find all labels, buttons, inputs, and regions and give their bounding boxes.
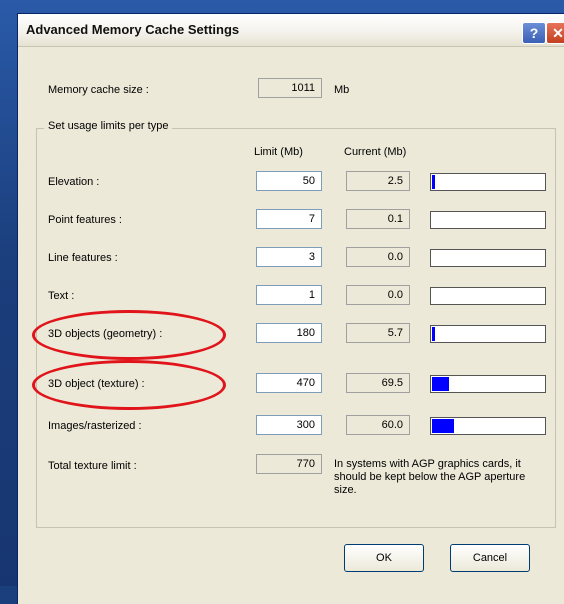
line-features-limit-input[interactable]: 3 bbox=[256, 247, 322, 267]
memory-cache-size-label: Memory cache size : bbox=[48, 84, 149, 96]
memory-cache-size-unit: Mb bbox=[334, 84, 350, 96]
images-rasterized-limit-input[interactable]: 300 bbox=[256, 415, 322, 435]
text-limit-input[interactable]: 1 bbox=[256, 285, 322, 305]
close-icon[interactable]: ✕ bbox=[546, 22, 564, 44]
usage-limits-group-label: Set usage limits per type bbox=[44, 120, 173, 132]
line-features-usage-bar bbox=[430, 249, 546, 267]
text-usage-bar bbox=[430, 287, 546, 305]
3d-object-texture-usage-bar bbox=[430, 375, 546, 393]
memory-cache-size-field: 1011 bbox=[258, 78, 322, 98]
3d-objects-geometry-usage-bar bbox=[430, 325, 546, 343]
point-features-limit-input[interactable]: 7 bbox=[256, 209, 322, 229]
line-features-label: Line features : bbox=[48, 252, 118, 264]
text-current-field: 0.0 bbox=[346, 285, 410, 305]
point-features-usage-bar bbox=[430, 211, 546, 229]
total-texture-limit-label: Total texture limit : bbox=[48, 460, 137, 472]
help-icon[interactable]: ? bbox=[522, 22, 546, 44]
highlight-oval-texture bbox=[32, 360, 226, 410]
advanced-memory-cache-dialog: Advanced Memory Cache Settings ? ✕ Memor… bbox=[18, 14, 564, 604]
elevation-usage-bar bbox=[430, 173, 546, 191]
elevation-current-field: 2.5 bbox=[346, 171, 410, 191]
line-features-current-field: 0.0 bbox=[346, 247, 410, 267]
images-rasterized-current-field: 60.0 bbox=[346, 415, 410, 435]
total-texture-limit-field: 770 bbox=[256, 454, 322, 474]
ok-button[interactable]: OK bbox=[344, 544, 424, 572]
cancel-button[interactable]: Cancel bbox=[450, 544, 530, 572]
elevation-label: Elevation : bbox=[48, 176, 100, 188]
3d-objects-geometry-usage-fill bbox=[432, 327, 435, 341]
point-features-current-field: 0.1 bbox=[346, 209, 410, 229]
agp-note: In systems with AGP graphics cards, it s… bbox=[334, 458, 526, 496]
highlight-oval-geometry bbox=[32, 310, 226, 360]
images-rasterized-usage-bar bbox=[430, 417, 546, 435]
3d-objects-geometry-limit-input[interactable]: 180 bbox=[256, 323, 322, 343]
3d-objects-geometry-current-field: 5.7 bbox=[346, 323, 410, 343]
point-features-label: Point features : bbox=[48, 214, 122, 226]
elevation-usage-fill bbox=[432, 175, 435, 189]
title-bar[interactable]: Advanced Memory Cache Settings ? ✕ bbox=[18, 14, 564, 47]
3d-object-texture-current-field: 69.5 bbox=[346, 373, 410, 393]
current-column-header: Current (Mb) bbox=[344, 146, 407, 158]
text-label: Text : bbox=[48, 290, 75, 302]
limit-column-header: Limit (Mb) bbox=[254, 146, 303, 158]
images-rasterized-usage-fill bbox=[432, 419, 454, 433]
dialog-title: Advanced Memory Cache Settings bbox=[26, 22, 240, 37]
elevation-limit-input[interactable]: 50 bbox=[256, 171, 322, 191]
3d-object-texture-usage-fill bbox=[432, 377, 449, 391]
3d-object-texture-limit-input[interactable]: 470 bbox=[256, 373, 322, 393]
images-rasterized-label: Images/rasterized : bbox=[48, 420, 142, 432]
